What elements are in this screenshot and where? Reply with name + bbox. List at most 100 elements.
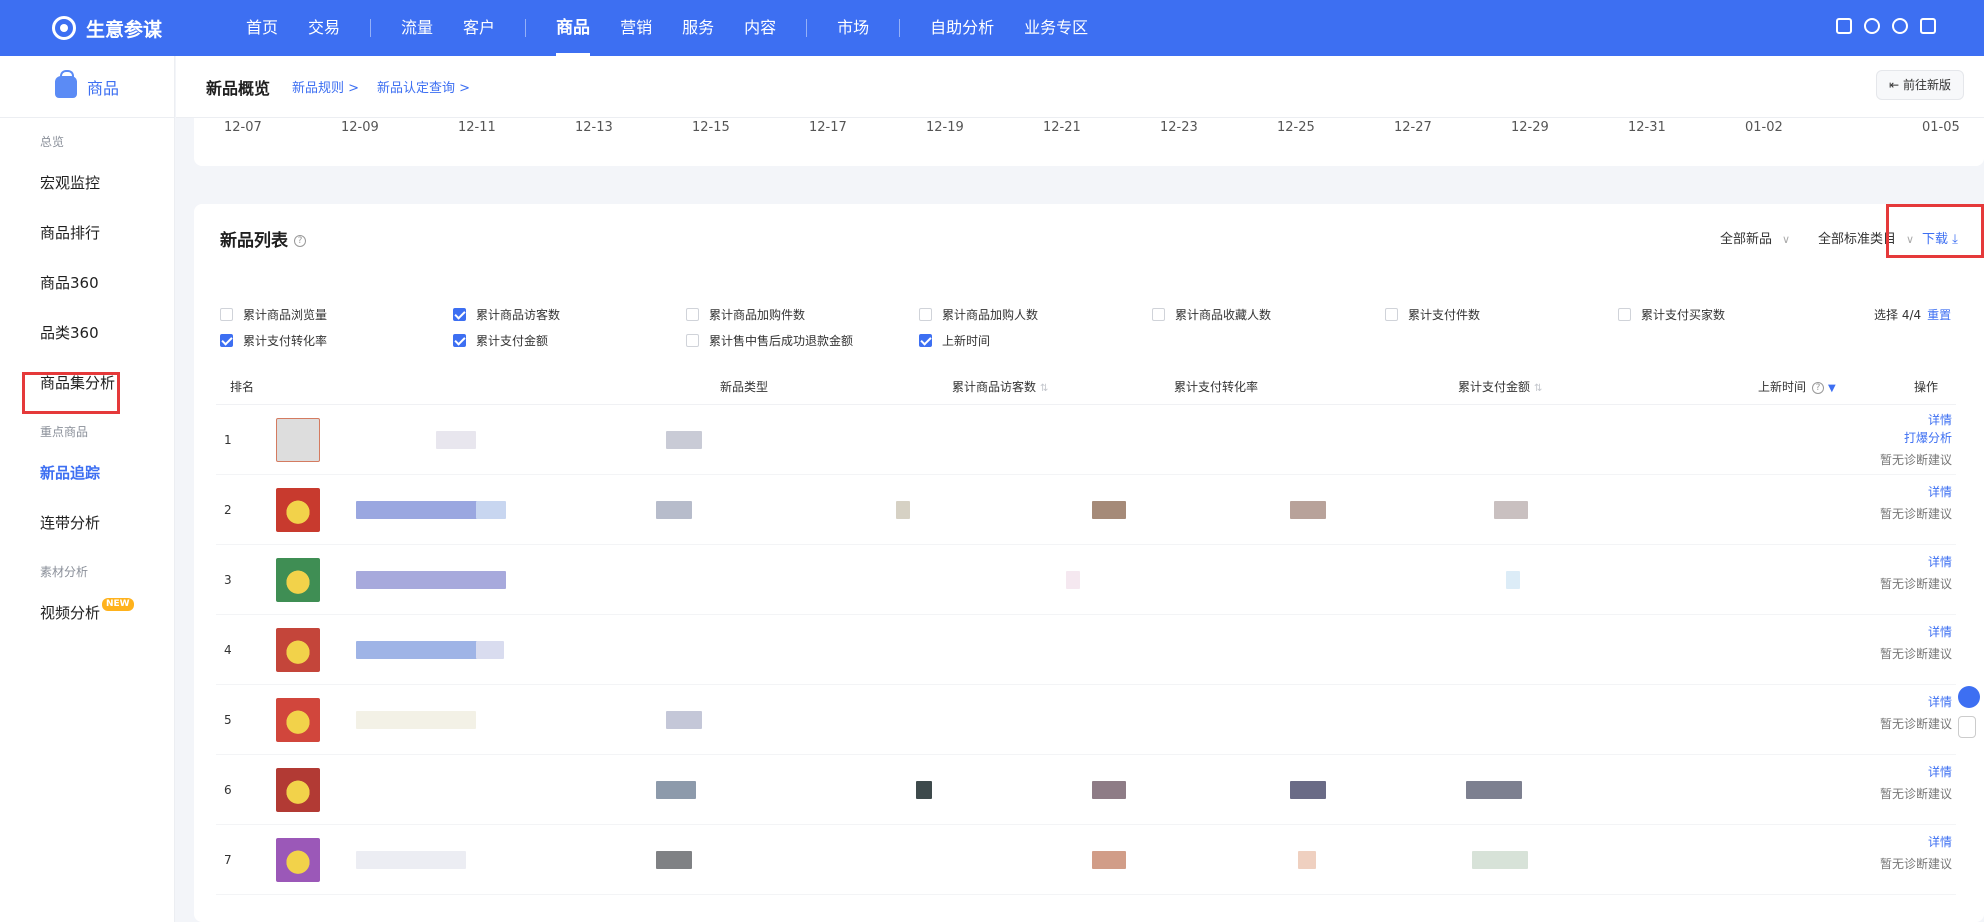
sidebar-item[interactable]: 连带分析 bbox=[0, 498, 174, 548]
redacted-cell bbox=[356, 571, 506, 589]
product-thumbnail[interactable] bbox=[276, 838, 320, 882]
metric-option[interactable]: 累计支付转化率 bbox=[220, 332, 327, 349]
detail-link[interactable]: 详情 bbox=[1880, 833, 1952, 851]
sidebar-item[interactable]: 商品排行 bbox=[0, 208, 174, 258]
sort-icon[interactable]: ⇅ bbox=[1040, 383, 1048, 394]
nav-item[interactable]: 营销 bbox=[620, 0, 652, 56]
product-thumbnail[interactable] bbox=[276, 628, 320, 672]
nav-item[interactable]: 交易 bbox=[308, 0, 340, 56]
metric-option[interactable]: 累计售中售后成功退款金额 bbox=[686, 332, 853, 349]
metric-option[interactable]: 累计支付买家数 bbox=[1618, 306, 1725, 323]
metric-checkbox[interactable] bbox=[1618, 308, 1631, 321]
detail-link[interactable]: 详情 bbox=[1880, 411, 1952, 429]
sidebar-header[interactable]: 商品 bbox=[0, 56, 174, 118]
crumb-new-rules[interactable]: 新品规则 > bbox=[292, 77, 359, 96]
x-axis-tick-label: 12-25 bbox=[1277, 120, 1315, 135]
help-icon[interactable]: ? bbox=[1812, 381, 1825, 394]
x-axis-tick-label: 12-21 bbox=[1043, 120, 1081, 135]
product-thumbnail[interactable] bbox=[276, 488, 320, 532]
sort-icon[interactable]: ▼ bbox=[1828, 383, 1836, 394]
product-thumbnail[interactable] bbox=[276, 418, 320, 462]
column-header[interactable]: 累计支付金额 ⇅ bbox=[1458, 378, 1542, 395]
detail-link[interactable]: 详情 bbox=[1880, 553, 1952, 571]
no-advice-text: 暂无诊断建议 bbox=[1879, 717, 1952, 731]
table-row: 7 详情 暂无诊断建议 bbox=[216, 825, 1956, 895]
metric-option[interactable]: 累计商品收藏人数 bbox=[1152, 306, 1271, 323]
help-icon[interactable]: ? bbox=[294, 235, 306, 247]
redacted-cell bbox=[1092, 501, 1126, 519]
nav-item[interactable]: 自助分析 bbox=[930, 0, 994, 56]
crumb-new-query[interactable]: 新品认定查询 > bbox=[377, 77, 470, 96]
boost-analysis-link[interactable]: 打爆分析 bbox=[1880, 429, 1952, 447]
redacted-cell bbox=[356, 641, 496, 659]
column-header: 新品类型 bbox=[720, 378, 768, 395]
nav-item[interactable]: 客户 bbox=[463, 0, 495, 56]
column-header[interactable]: 上新时间? ▼ bbox=[1758, 378, 1836, 395]
nav-item[interactable]: 市场 bbox=[837, 0, 869, 56]
filter-all-new-select[interactable]: 全部新品 ∨ bbox=[1720, 228, 1790, 247]
sidebar-item[interactable]: 视频分析 NEW bbox=[0, 588, 174, 638]
help-icon[interactable] bbox=[1892, 18, 1908, 34]
nav-item[interactable]: 首页 bbox=[246, 0, 278, 56]
metric-checkbox[interactable] bbox=[919, 334, 932, 347]
assistant-float-button[interactable] bbox=[1958, 684, 1984, 744]
metric-checkbox[interactable] bbox=[686, 334, 699, 347]
user-icon[interactable] bbox=[1864, 18, 1880, 34]
nav-item[interactable]: 服务 bbox=[682, 0, 714, 56]
go-new-version-button[interactable]: ⇤ 前往新版 bbox=[1876, 70, 1964, 100]
metric-option[interactable]: 累计商品加购人数 bbox=[919, 306, 1038, 323]
nav-item[interactable]: 商品 bbox=[556, 0, 591, 56]
metric-checkbox[interactable] bbox=[1152, 308, 1165, 321]
nav-item[interactable]: 业务专区 bbox=[1024, 0, 1088, 56]
sidebar-item[interactable]: 新品追踪 bbox=[0, 448, 174, 498]
detail-link[interactable]: 详情 bbox=[1880, 693, 1952, 711]
metric-option[interactable]: 上新时间 bbox=[919, 332, 990, 349]
product-thumbnail[interactable] bbox=[276, 698, 320, 742]
sidebar-item[interactable]: 品类360 bbox=[0, 308, 174, 358]
column-header[interactable]: 累计商品访客数 ⇅ bbox=[952, 378, 1048, 395]
page-header: 新品概览 新品规则 > 新品认定查询 > ⇤ 前往新版 bbox=[176, 56, 1984, 118]
metric-checkbox[interactable] bbox=[919, 308, 932, 321]
nav-item[interactable]: 内容 bbox=[744, 0, 776, 56]
metric-checkbox[interactable] bbox=[686, 308, 699, 321]
metric-checkbox[interactable] bbox=[1385, 308, 1398, 321]
highlight-box-download bbox=[1886, 204, 1984, 258]
redacted-cell bbox=[656, 781, 696, 799]
reset-button[interactable]: 重置 bbox=[1927, 308, 1951, 322]
metric-option[interactable]: 累计支付金额 bbox=[453, 332, 548, 349]
top-icon-group bbox=[1836, 18, 1936, 34]
product-thumbnail[interactable] bbox=[276, 768, 320, 812]
no-advice-text: 暂无诊断建议 bbox=[1879, 453, 1952, 467]
metric-option[interactable]: 累计商品访客数 bbox=[453, 306, 560, 323]
app-logo[interactable]: 生意参谋 bbox=[52, 15, 162, 42]
redacted-cell bbox=[656, 851, 692, 869]
logo-icon bbox=[52, 16, 76, 40]
redacted-cell bbox=[666, 431, 702, 449]
product-thumbnail[interactable] bbox=[276, 558, 320, 602]
column-header-label: 操作 bbox=[1914, 380, 1939, 394]
sidebar-item[interactable]: 商品360 bbox=[0, 258, 174, 308]
metric-option[interactable]: 累计支付件数 bbox=[1385, 306, 1480, 323]
detail-link[interactable]: 详情 bbox=[1880, 763, 1952, 781]
logout-icon[interactable] bbox=[1920, 18, 1936, 34]
detail-link[interactable]: 详情 bbox=[1880, 623, 1952, 641]
redacted-cell bbox=[1066, 571, 1080, 589]
sort-icon[interactable]: ⇅ bbox=[1534, 383, 1542, 394]
highlight-box-sidebar bbox=[22, 372, 120, 414]
metric-checkbox[interactable] bbox=[220, 334, 233, 347]
metric-pick-count: 选择 4/4 重置 bbox=[1874, 306, 1951, 323]
detail-link[interactable]: 详情 bbox=[1880, 483, 1952, 501]
metric-label: 累计支付买家数 bbox=[1641, 308, 1726, 322]
nav-item[interactable]: 流量 bbox=[401, 0, 433, 56]
nav-separator bbox=[899, 19, 901, 37]
main-nav: 首页 交易 流量 客户 商品 营销 服务 内容 市场 自助分析 业务专区 bbox=[246, 0, 1118, 56]
metric-checkbox[interactable] bbox=[453, 308, 466, 321]
pick-count-text: 选择 4/4 bbox=[1874, 308, 1922, 322]
metric-checkbox[interactable] bbox=[453, 334, 466, 347]
metric-label: 累计售中售后成功退款金额 bbox=[709, 334, 854, 348]
message-icon[interactable] bbox=[1836, 18, 1852, 34]
sidebar-item[interactable]: 宏观监控 bbox=[0, 158, 174, 208]
metric-checkbox[interactable] bbox=[220, 308, 233, 321]
metric-option[interactable]: 累计商品浏览量 bbox=[220, 306, 327, 323]
metric-option[interactable]: 累计商品加购件数 bbox=[686, 306, 805, 323]
